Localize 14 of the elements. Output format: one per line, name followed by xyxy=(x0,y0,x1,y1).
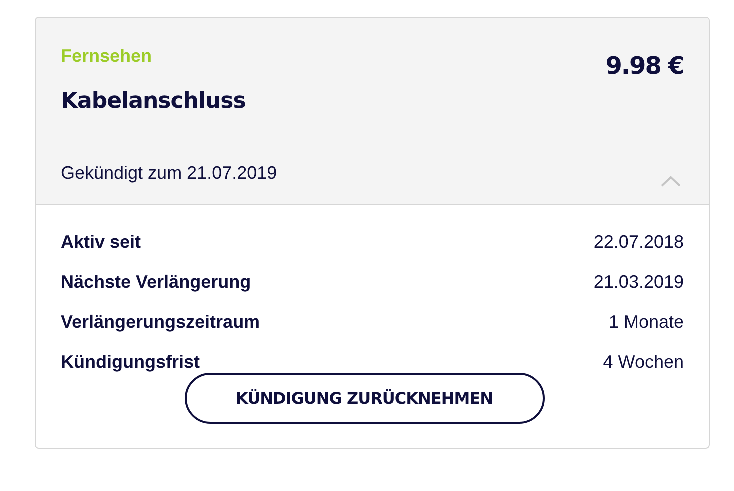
detail-value: 4 Wochen xyxy=(603,352,684,374)
category-label: Fernsehen xyxy=(61,46,154,67)
revoke-cancellation-button[interactable]: KÜNDIGUNG ZURÜCKNEHMEN xyxy=(184,373,544,424)
cancellation-status: Gekündigt zum 21.07.2019 xyxy=(61,163,278,184)
detail-value: 21.03.2019 xyxy=(594,272,684,294)
product-title: Kabelanschluss xyxy=(61,89,246,114)
detail-label: Kündigungsfrist xyxy=(61,352,200,374)
chevron-up-icon[interactable] xyxy=(661,176,681,187)
detail-label: Verlängerungszeitraum xyxy=(61,312,260,334)
detail-label: Aktiv seit xyxy=(61,232,142,254)
detail-value: 1 Monate xyxy=(608,312,684,334)
detail-label: Nächste Verlängerung xyxy=(61,272,252,294)
price: 9.98 € xyxy=(606,52,684,82)
detail-value: 22.07.2018 xyxy=(594,232,684,254)
